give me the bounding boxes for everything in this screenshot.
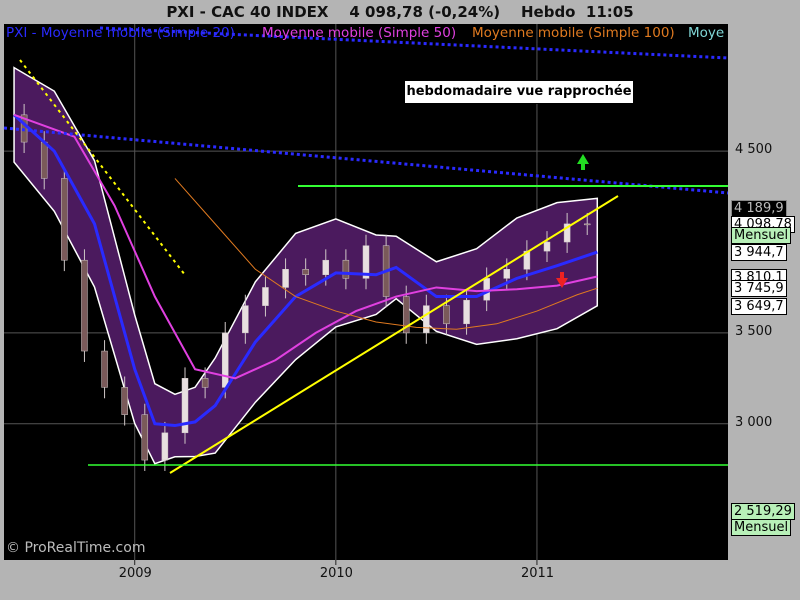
x-tick-label: 2009 bbox=[118, 566, 152, 581]
legend-ma-extra: Moye bbox=[688, 25, 725, 41]
candle-body bbox=[40, 141, 48, 179]
candle-body bbox=[242, 305, 249, 334]
price-label: Mensuel bbox=[731, 519, 792, 537]
candle-body bbox=[101, 350, 108, 388]
y-tick-label: 3 000 bbox=[735, 414, 773, 430]
price-label: 2 519,29 bbox=[731, 503, 795, 521]
candle-body bbox=[483, 278, 490, 301]
candle-body bbox=[61, 178, 68, 261]
candle-body bbox=[141, 414, 149, 461]
candle-body bbox=[583, 223, 591, 226]
price-label: 3 944,7 bbox=[731, 244, 787, 262]
candle-body bbox=[161, 432, 169, 461]
resistance-trendline bbox=[3, 126, 729, 195]
chart-canvas bbox=[3, 24, 729, 565]
candle-body bbox=[543, 241, 551, 252]
candle-body bbox=[81, 259, 88, 352]
candle-body bbox=[463, 299, 470, 325]
candle-body bbox=[423, 305, 430, 334]
candle-body bbox=[322, 259, 330, 275]
price-label: 3 745,9 bbox=[731, 280, 787, 298]
watermark: © ProRealTime.com bbox=[6, 540, 146, 556]
legend-ma50: Moyenne mobile (Simple 50) bbox=[262, 25, 457, 41]
x-tick-label: 2011 bbox=[520, 566, 555, 581]
candle-body bbox=[443, 305, 450, 325]
candle-body bbox=[221, 332, 229, 388]
y-tick-label: 3 500 bbox=[735, 323, 773, 339]
candle-body bbox=[503, 269, 511, 279]
candle-body bbox=[282, 269, 289, 288]
price-label: 3 649,7 bbox=[731, 297, 787, 315]
candle-body bbox=[201, 378, 209, 388]
candle-body bbox=[121, 387, 128, 415]
annotation-label: hebdomadaire vue rapprochée bbox=[404, 80, 634, 104]
chart-window: PXI - CAC 40 INDEX 4 098,78 (-0,24%) Heb… bbox=[0, 0, 800, 600]
price-label: 4 189,9 bbox=[731, 199, 787, 217]
candle-body bbox=[302, 269, 309, 275]
price-label: Mensuel bbox=[731, 227, 792, 245]
y-tick-label: 4 500 bbox=[735, 142, 773, 158]
candle-body bbox=[342, 259, 350, 279]
legend-ma100: Moyenne mobile (Simple 100) bbox=[472, 25, 675, 41]
legend-ma20: PXI - Moyenne mobile (Simple 20) bbox=[6, 25, 235, 41]
x-tick-label: 2010 bbox=[319, 566, 353, 581]
candle-body bbox=[262, 287, 269, 306]
up-arrow-icon bbox=[577, 154, 589, 170]
